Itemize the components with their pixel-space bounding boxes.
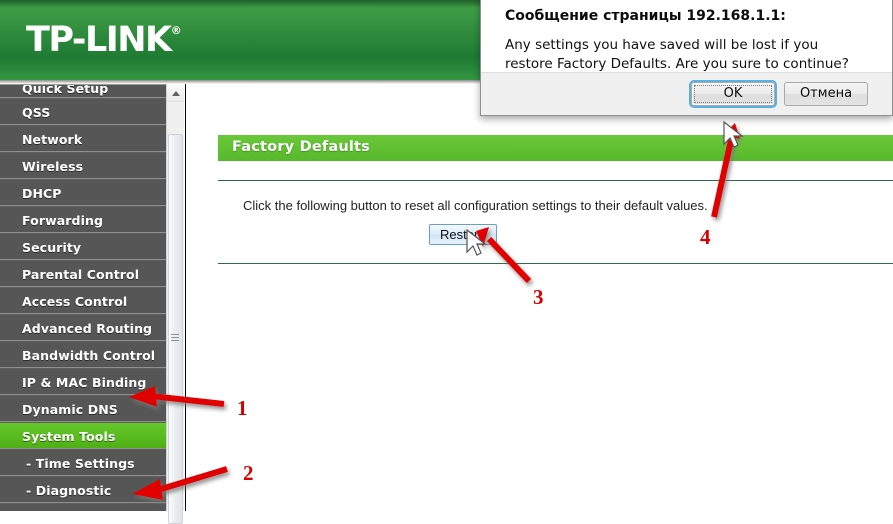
sidebar-item-quick-setup[interactable]: Quick Setup xyxy=(0,85,166,98)
main-content: Factory Defaults Click the following but… xyxy=(186,84,893,511)
cancel-button[interactable]: Отмена xyxy=(784,82,868,106)
sidebar-item-qss[interactable]: QSS xyxy=(0,98,166,125)
sidebar-item-diagnostic[interactable]: - Diagnostic xyxy=(0,476,166,503)
sidebar-item-firmware-upgrade[interactable]: - Firmware Upgrade xyxy=(0,503,166,511)
sidebar-item-dhcp[interactable]: DHCP xyxy=(0,179,166,206)
tp-link-logo: TP-LINK® xyxy=(26,23,182,58)
dialog-footer: OK Отмена xyxy=(481,72,892,115)
sidebar-scrollbar[interactable] xyxy=(166,84,184,524)
scroll-up-arrow-icon[interactable] xyxy=(167,84,184,102)
scrollbar-grip-icon xyxy=(171,334,179,341)
sidebar-item-wireless[interactable]: Wireless xyxy=(0,152,166,179)
divider-top xyxy=(218,180,893,181)
sidebar-item-dynamic-dns[interactable]: Dynamic DNS xyxy=(0,395,166,422)
page-title: Factory Defaults xyxy=(232,139,370,155)
page-message-dialog: Сообщение страницы 192.168.1.1: Any sett… xyxy=(480,0,893,116)
scrollbar-thumb[interactable] xyxy=(168,134,183,524)
logo-text: TP-LINK xyxy=(26,20,172,60)
sidebar-item-ip-mac-binding[interactable]: IP & MAC Binding xyxy=(0,368,166,395)
restore-description: Click the following button to reset all … xyxy=(243,198,708,213)
sidebar-item-system-tools[interactable]: System Tools xyxy=(0,422,166,449)
sidebar-item-network[interactable]: Network xyxy=(0,125,166,152)
sidebar-item-parental-control[interactable]: Parental Control xyxy=(0,260,166,287)
sidebar-item-advanced-routing[interactable]: Advanced Routing xyxy=(0,314,166,341)
sidebar-item-security[interactable]: Security xyxy=(0,233,166,260)
sidebar-item-bandwidth-control[interactable]: Bandwidth Control xyxy=(0,341,166,368)
ok-button[interactable]: OK xyxy=(689,80,777,108)
dialog-message: Any settings you have saved will be lost… xyxy=(505,37,849,72)
brand-header: TP-LINK® xyxy=(0,0,480,80)
sidebar-item-time-settings[interactable]: - Time Settings xyxy=(0,449,166,476)
dialog-title: Сообщение страницы 192.168.1.1: xyxy=(505,8,786,24)
registered-trademark-icon: ® xyxy=(170,24,182,37)
divider-bottom xyxy=(218,263,893,264)
restore-button[interactable]: Restore xyxy=(429,224,497,245)
sidebar-item-forwarding[interactable]: Forwarding xyxy=(0,206,166,233)
sidebar-item-access-control[interactable]: Access Control xyxy=(0,287,166,314)
page-title-bar: Factory Defaults xyxy=(218,135,893,161)
sidebar-menu: Quick Setup QSS Network Wireless DHCP Forward… xyxy=(0,84,166,511)
